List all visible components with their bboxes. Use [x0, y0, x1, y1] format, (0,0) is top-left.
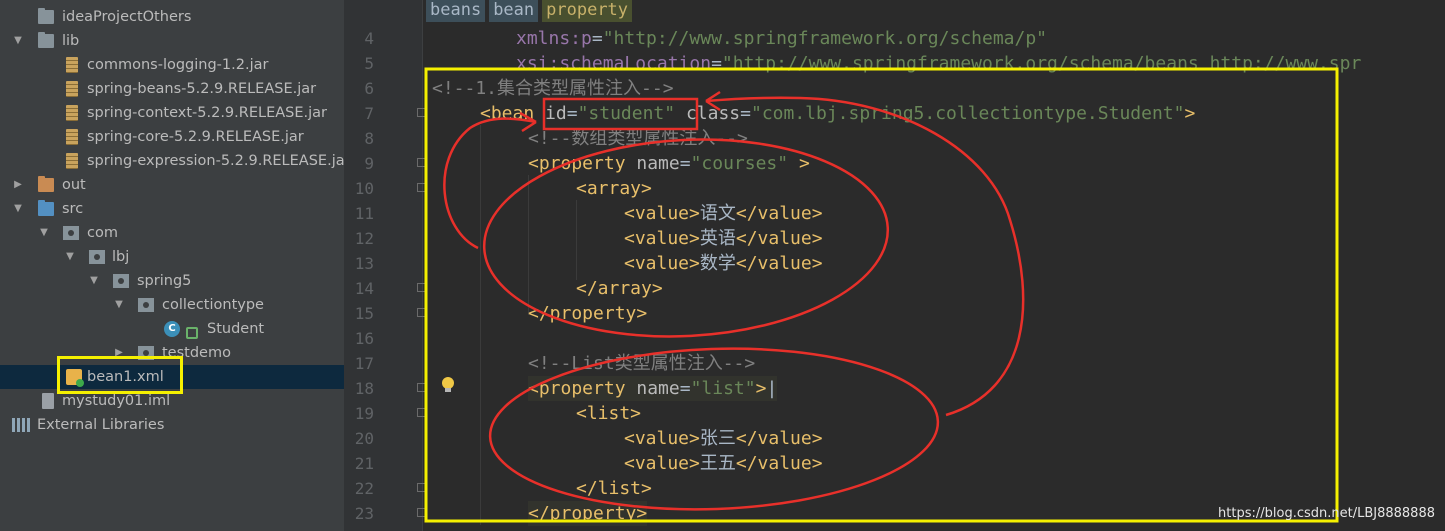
red-highlight-box	[542, 97, 699, 131]
watermark: https://blog.csdn.net/LBJ8888888	[1218, 506, 1435, 521]
red-arrow-left	[443, 117, 537, 250]
red-arrowhead-left	[519, 111, 537, 133]
red-circle-list	[488, 347, 940, 511]
red-arrow-right	[705, 96, 1025, 417]
annotation-overlay	[424, 67, 1339, 523]
red-circle-array	[482, 138, 890, 338]
yellow-highlight-box	[424, 67, 1339, 523]
